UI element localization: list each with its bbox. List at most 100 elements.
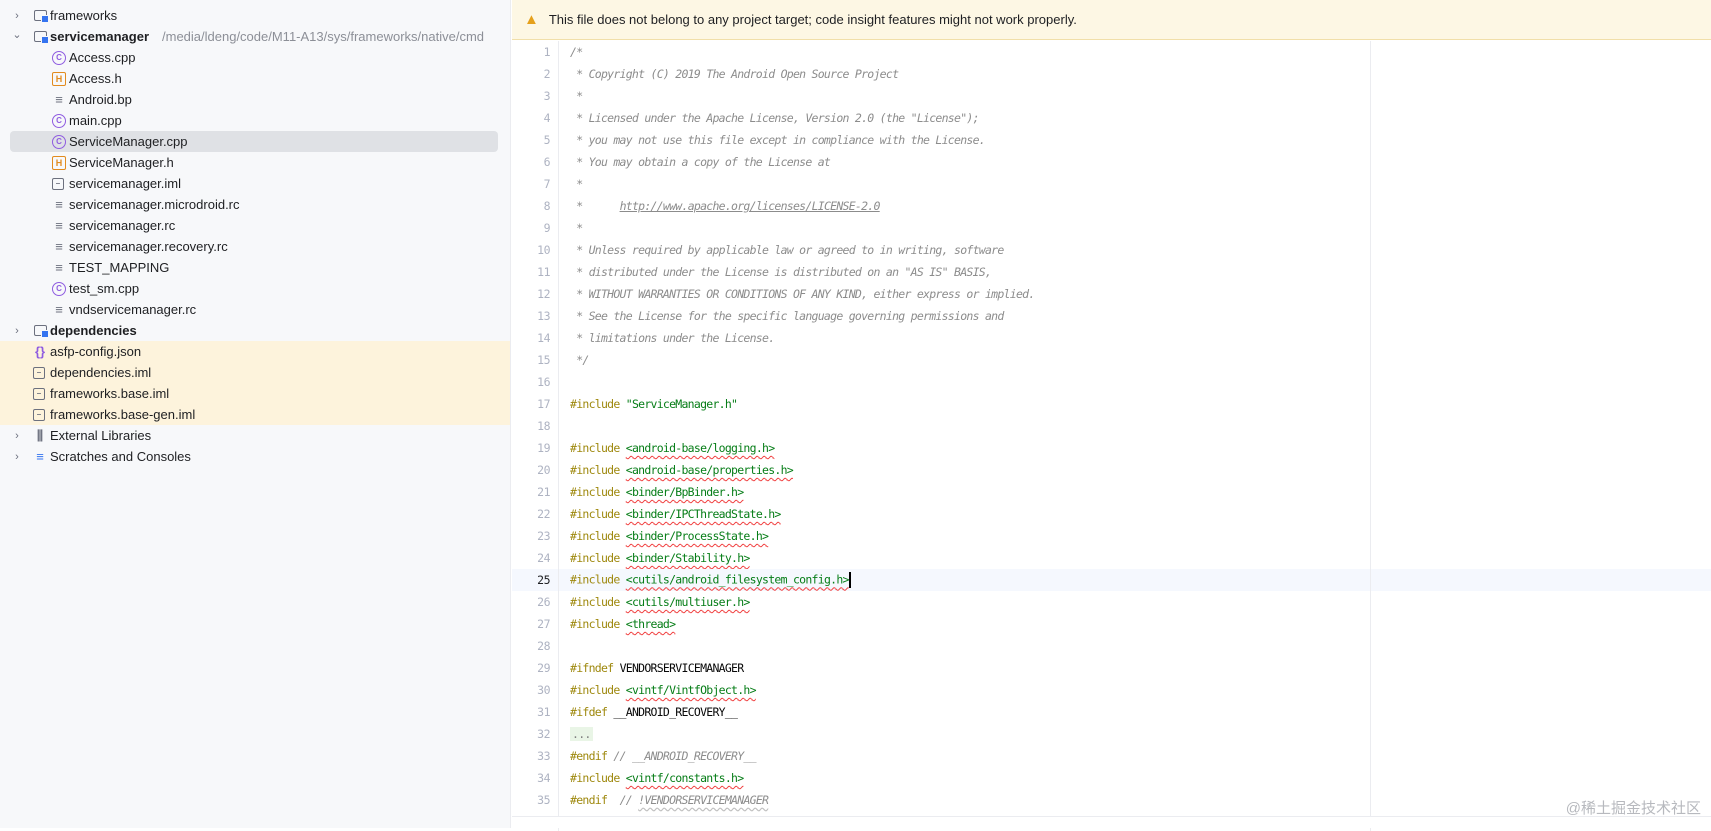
code-line[interactable]: 33 #endif // __ANDROID_RECOVERY__ [512, 745, 1711, 767]
tree-item-frameworks-base-gen-iml[interactable]: – frameworks.base-gen.iml [0, 404, 510, 425]
code-text: * WITHOUT WARRANTIES OR CONDITIONS OF AN… [570, 287, 1035, 301]
code-line[interactable]: 27 #include <thread> [512, 613, 1711, 635]
code-text: #include <vintf/VintfObject.h> [570, 683, 757, 697]
cpp-icon: C [52, 281, 66, 296]
code-token-link[interactable]: http://www.apache.org/licenses/LICENSE-2… [620, 199, 881, 213]
tree-item-frameworks-base-iml[interactable]: – frameworks.base.iml [0, 383, 510, 404]
code-line[interactable]: 15 */ [512, 349, 1711, 371]
tree-item-dependencies[interactable]: › dependencies [0, 320, 510, 341]
code-line[interactable]: 6 * You may obtain a copy of the License… [512, 151, 1711, 173]
code-line[interactable]: 5 * you may not use this file except in … [512, 129, 1711, 151]
code-line[interactable]: 19 #include <android-base/logging.h> [512, 437, 1711, 459]
tree-item-test-mapping[interactable]: ≡ TEST_MAPPING [0, 257, 510, 278]
code-line[interactable]: 16 [512, 371, 1711, 393]
code-line[interactable]: 11 * distributed under the License is di… [512, 261, 1711, 283]
line-number: 15 [537, 353, 550, 367]
tree-item-access-cpp[interactable]: C Access.cpp [0, 47, 510, 68]
code-token-inc: <binder/Stability.h> [625, 551, 751, 565]
code-text: #endif // !VENDORSERVICEMANAGER [570, 793, 769, 807]
code-line[interactable]: 7 * [512, 173, 1711, 195]
code-line[interactable]: 3 * [512, 85, 1711, 107]
code-token-pl: VENDORSERVICEMANAGER [619, 661, 745, 675]
code-line[interactable]: 26 #include <cutils/multiuser.h> [512, 591, 1711, 613]
code-line[interactable]: 4 * Licensed under the Apache License, V… [512, 107, 1711, 129]
tree-item-scratches-and-consoles[interactable]: › ≡ Scratches and Consoles [0, 446, 510, 467]
chevron-right-icon[interactable]: › [11, 325, 23, 337]
code-line[interactable]: 24 #include <binder/Stability.h> [512, 547, 1711, 569]
code-token-fold[interactable]: ... [570, 727, 593, 741]
code-line[interactable]: 20 #include <android-base/properties.h> [512, 459, 1711, 481]
code-line[interactable]: 17 #include "ServiceManager.h" [512, 393, 1711, 415]
code-token-kw: #include [570, 771, 626, 785]
horizontal-scrollbar[interactable] [512, 816, 1711, 828]
code-token-cm: * distributed under the License is distr… [570, 265, 992, 279]
code-line[interactable]: 34 #include <vintf/constants.h> [512, 767, 1711, 789]
tree-item-access-h[interactable]: H Access.h [0, 68, 510, 89]
lines-icon: ≡ [55, 259, 63, 275]
cpp-icon: C [52, 50, 66, 65]
tree-item-main-cpp[interactable]: Cmain.cpp [0, 110, 510, 131]
code-line[interactable]: 25 #include <cutils/android_filesystem_co… [512, 569, 1711, 591]
chevron-right-icon[interactable]: › [11, 451, 23, 463]
code-line[interactable]: 1 /* [512, 41, 1711, 63]
tree-item-external-libraries[interactable]: › ⫼ External Libraries [0, 425, 510, 446]
h-icon: H [52, 71, 66, 86]
code-line[interactable]: 18 [512, 415, 1711, 437]
line-number: 34 [537, 771, 550, 785]
code-line[interactable]: 31 #ifdef __ANDROID_RECOVERY__ [512, 701, 1711, 723]
lines-icon: ≡ [55, 196, 63, 212]
code-token-cm: * Copyright (C) 2019 The Android Open So… [570, 67, 899, 81]
code-token-kw: #include [570, 507, 626, 521]
code-line[interactable]: 9 * [512, 217, 1711, 239]
chevron-right-icon[interactable]: › [11, 430, 23, 442]
code-line[interactable]: 28 [512, 635, 1711, 657]
code-line[interactable]: 35 #endif // !VENDORSERVICEMANAGER [512, 789, 1711, 811]
tree-item-dependencies-iml[interactable]: – dependencies.iml [0, 362, 510, 383]
tree-item-label: servicemanager.microdroid.rc [69, 197, 240, 212]
tree-item-vndservicemanager-rc[interactable]: ≡ vndservicemanager.rc [0, 299, 510, 320]
tree-item-servicemanager-h[interactable]: H ServiceManager.h [0, 152, 510, 173]
code-line[interactable]: 30 #include <vintf/VintfObject.h> [512, 679, 1711, 701]
code-line[interactable]: 10 * Unless required by applicable law o… [512, 239, 1711, 261]
code-line[interactable]: 22 #include <binder/IPCThreadState.h> [512, 503, 1711, 525]
tree-item-label: servicemanager [50, 29, 150, 44]
tree-item-asfp-config-json[interactable]: {} asfp-config.json [0, 341, 510, 362]
tree-item-android-bp[interactable]: ≡ Android.bp [0, 89, 510, 110]
code-line[interactable]: 14 * limitations under the License. [512, 327, 1711, 349]
warning-icon: ▲ [524, 11, 539, 28]
code-text: #include "ServiceManager.h" [570, 397, 738, 411]
tree-item-servicemanager-rc[interactable]: ≡ servicemanager.rc [0, 215, 510, 236]
chevron-down-icon[interactable]: ⌄ [11, 28, 23, 41]
code-line[interactable]: 32... [512, 723, 1711, 745]
code-token-inc: <cutils/multiuser.h> [625, 595, 751, 609]
code-line[interactable]: 13 * See the License for the specific la… [512, 305, 1711, 327]
code-line[interactable]: 12 * WITHOUT WARRANTIES OR CONDITIONS OF… [512, 283, 1711, 305]
lines-icon: ≡ [55, 301, 63, 317]
iml-icon: – [33, 408, 45, 421]
code-text: #ifndef VENDORSERVICEMANAGER [570, 661, 745, 675]
tree-item-servicemanager[interactable]: ⌄ servicemanager/media/ldeng/code/M11-A13… [0, 26, 510, 47]
tree-item-servicemanager-cpp[interactable]: C ServiceManager.cpp [10, 131, 498, 152]
line-number: 5 [543, 133, 551, 147]
project-tree[interactable]: › frameworks ⌄ servicemanager/media/ldeng/c… [0, 0, 511, 828]
tree-item-label: frameworks [50, 8, 118, 23]
chevron-right-icon[interactable]: › [11, 10, 23, 22]
code-text: #include <binder/Stability.h> [570, 551, 750, 565]
tree-item-frameworks[interactable]: › frameworks [0, 5, 510, 26]
tree-item-servicemanager-microdroid-rc[interactable]: ≡ servicemanager.microdroid.rc [0, 194, 510, 215]
code-line[interactable]: 8 * http://www.apache.org/licenses/LICEN… [512, 195, 1711, 217]
code-text: * Unless required by applicable law or a… [570, 243, 1004, 257]
code-line[interactable]: 21 #include <binder/BpBinder.h> [512, 481, 1711, 503]
code-line[interactable]: 29 #ifndef VENDORSERVICEMANAGER [512, 657, 1711, 679]
line-number: 9 [543, 221, 551, 235]
code-line[interactable]: 2 * Copyright (C) 2019 The Android Open … [512, 63, 1711, 85]
tree-item-servicemanager-recovery-rc[interactable]: ≡ servicemanager.recovery.rc [0, 236, 510, 257]
code-token-cm: * [570, 221, 583, 235]
tree-item-servicemanager-iml[interactable]: – servicemanager.iml [0, 173, 510, 194]
tree-item-test-sm-cpp[interactable]: Ctest_sm.cpp [0, 278, 510, 299]
code-line[interactable]: 23 #include <binder/ProcessState.h> [512, 525, 1711, 547]
code-token-kw: #include [570, 595, 626, 609]
code-token-cm: * [570, 89, 583, 103]
lines-icon: ≡ [55, 238, 63, 254]
line-number: 23 [537, 529, 550, 543]
